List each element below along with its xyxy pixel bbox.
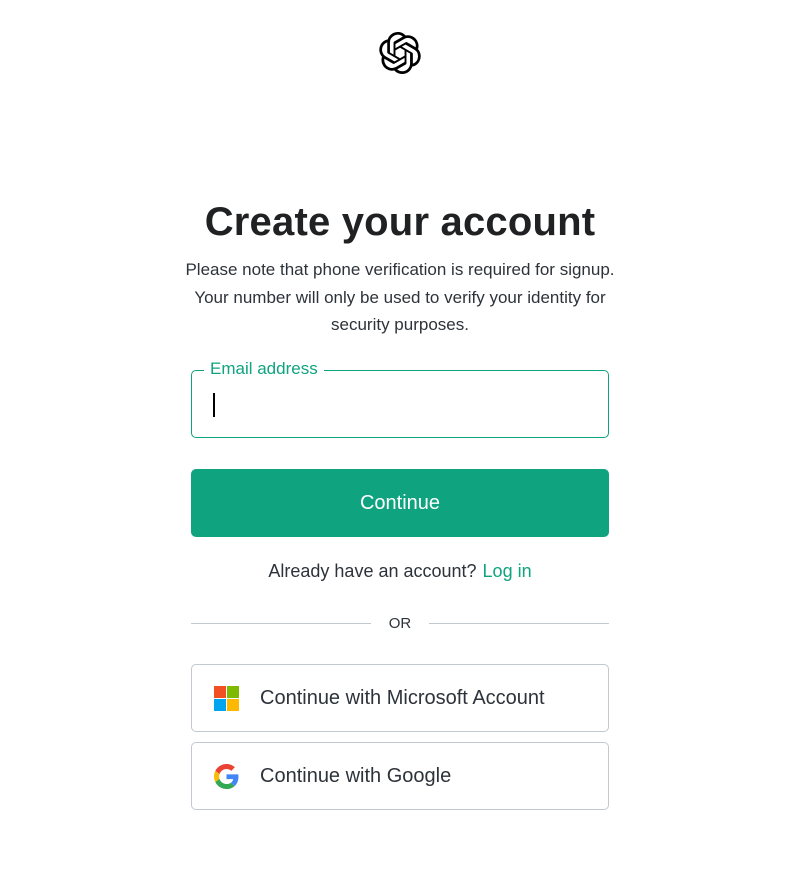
microsoft-logo-blue-square xyxy=(214,699,226,711)
login-link[interactable]: Log in xyxy=(483,561,532,581)
google-signin-button[interactable]: Continue with Google xyxy=(191,742,609,810)
email-field[interactable]: Email address xyxy=(191,358,609,438)
microsoft-logo-icon xyxy=(214,686,239,711)
email-input[interactable] xyxy=(192,371,608,437)
microsoft-signin-label: Continue with Microsoft Account xyxy=(260,687,545,709)
divider-line-right xyxy=(429,623,609,624)
page-title: Create your account xyxy=(204,200,596,244)
microsoft-signin-button[interactable]: Continue with Microsoft Account xyxy=(191,664,609,732)
login-prompt: Already have an account? Log in xyxy=(0,558,800,584)
text-caret xyxy=(213,393,215,417)
continue-button[interactable]: Continue xyxy=(191,469,609,537)
google-signin-label: Continue with Google xyxy=(260,765,452,787)
google-logo-icon xyxy=(214,764,239,789)
openai-logo-icon xyxy=(379,32,421,74)
microsoft-logo-red-square xyxy=(214,686,226,698)
microsoft-logo-yellow-square xyxy=(227,699,239,711)
login-prompt-text: Already have an account? xyxy=(268,561,477,581)
or-divider: OR xyxy=(191,613,609,635)
divider-label: OR xyxy=(388,615,412,632)
microsoft-logo-green-square xyxy=(227,686,239,698)
page-subtitle: Please note that phone verification is r… xyxy=(185,260,615,334)
